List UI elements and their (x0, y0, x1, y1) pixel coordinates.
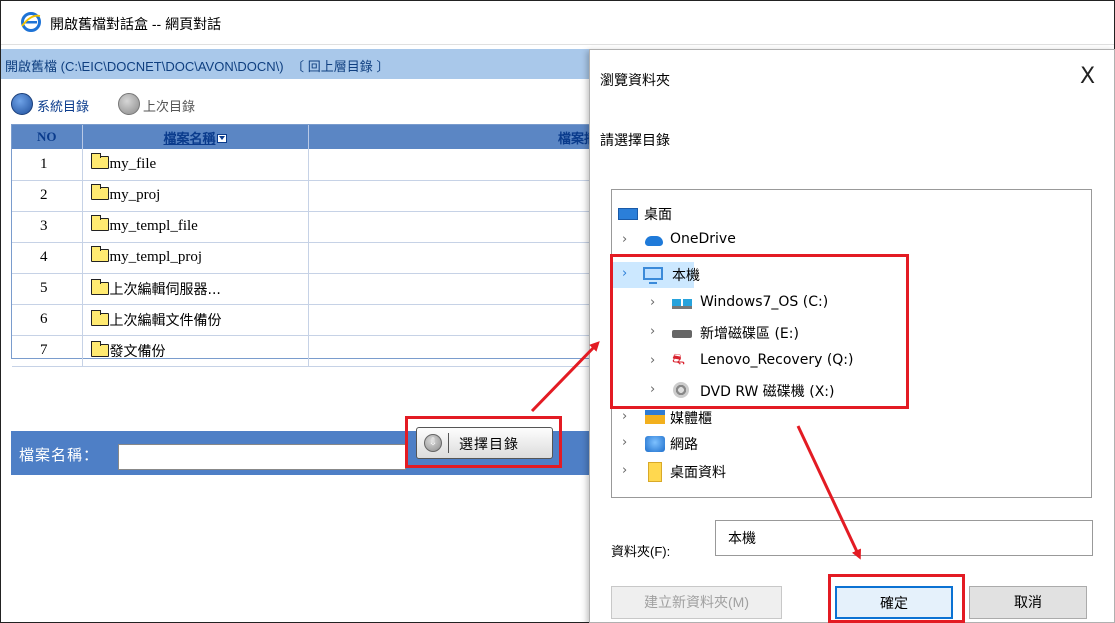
column-header-no: NO (12, 125, 83, 149)
file-name[interactable]: my_templ_file (110, 218, 198, 234)
file-name[interactable]: 發文備份 (110, 344, 166, 360)
close-icon[interactable]: X (1080, 64, 1095, 89)
row-number: 6 (12, 304, 83, 336)
cloud-icon (645, 236, 663, 246)
folder-icon (648, 462, 662, 482)
folder-label: 資料夾(F): (611, 544, 671, 559)
row-number: 4 (12, 242, 83, 274)
table-row[interactable]: 1 my_file (12, 149, 602, 181)
cancel-button[interactable]: 取消 (969, 586, 1087, 619)
file-name[interactable]: my_proj (110, 187, 161, 203)
download-icon: ⇩ (424, 434, 442, 452)
folder-icon (90, 309, 109, 326)
computer-icon (643, 267, 663, 284)
window-title: 開啟舊檔對話盒 -- 網頁對話 (50, 16, 222, 32)
dialog-prompt: 請選擇目錄 (600, 132, 670, 148)
last-directory-icon[interactable] (118, 93, 140, 115)
tree-item-label[interactable]: Windows7_OS (C:) (700, 294, 828, 310)
choose-directory-button[interactable]: ⇩ 選擇目錄 (416, 427, 553, 459)
tree-item-onedrive[interactable]: › OneDrive (612, 228, 1082, 254)
tree-item-label[interactable]: Lenovo_Recovery (Q:) (700, 352, 853, 368)
row-number: 2 (12, 180, 83, 212)
row-number: 7 (12, 335, 83, 367)
folder-icon (90, 215, 109, 231)
filename-input[interactable] (118, 444, 406, 470)
table-row[interactable]: 4 my_templ_proj (12, 242, 602, 274)
table-row[interactable]: 3 my_templ_file (12, 211, 602, 243)
chevron-right-icon[interactable]: › (650, 382, 660, 397)
tree-item-label[interactable]: 媒體櫃 (670, 408, 712, 428)
tree-item-label[interactable]: 本機 (672, 265, 700, 285)
path-bar: 開啟舊檔 (C:\EIC\DOCNET\DOC\AVON\DOCN\) 〔 回上… (1, 49, 601, 79)
file-name[interactable]: my_file (110, 156, 157, 172)
new-folder-button[interactable]: 建立新資料夾(M) (611, 586, 782, 619)
tree-item-label[interactable]: 桌面 (644, 204, 672, 224)
folder-icon (90, 278, 109, 295)
chevron-right-icon[interactable]: › (650, 295, 660, 310)
tree-item-drive-x[interactable]: › DVD RW 磁碟機 (X:) (612, 378, 1082, 404)
row-number: 1 (12, 149, 83, 181)
ie-icon (21, 12, 41, 32)
tree-item-network[interactable]: › 網路 (612, 431, 1082, 457)
filename-label: 檔案名稱： (19, 447, 100, 464)
table-row[interactable]: 7 發文備份 (12, 335, 602, 367)
chevron-right-icon[interactable]: › (622, 463, 632, 478)
choose-directory-label[interactable]: 選擇目錄 (459, 434, 519, 454)
file-table: NO 檔案名稱 檔案摘 1 my_file 2 my_proj 3 my_tem… (11, 124, 602, 367)
tree-item-label[interactable]: DVD RW 磁碟機 (X:) (700, 381, 834, 401)
chevron-right-icon[interactable]: › (622, 435, 632, 450)
tree-item-this-pc[interactable]: › 本機 (612, 262, 700, 288)
table-row[interactable]: 2 my_proj (12, 180, 602, 212)
last-directory-button[interactable]: 上次目錄 (143, 96, 195, 115)
folder-icon (90, 184, 109, 200)
desktop-icon (618, 208, 638, 220)
ok-button[interactable]: 確定 (835, 586, 953, 619)
tree-item-label[interactable]: 桌面資料 (670, 462, 726, 482)
table-row[interactable]: 5 上次編輯伺服器... (12, 273, 602, 305)
folder-tree[interactable]: 桌面 › OneDrive › 本機 › Windows7_OS (C:) › … (611, 189, 1092, 498)
tree-item-label[interactable]: 網路 (670, 434, 698, 454)
folder-input[interactable]: 本機 (715, 520, 1093, 556)
title-bar: 開啟舊檔對話盒 -- 網頁對話 (1, 1, 1114, 45)
folder-icon (90, 246, 109, 262)
current-path: 開啟舊檔 (C:\EIC\DOCNET\DOC\AVON\DOCN\) (5, 59, 284, 74)
dvd-drive-icon (673, 382, 689, 398)
drive-icon (672, 330, 692, 338)
chevron-right-icon[interactable]: › (650, 353, 660, 368)
browse-folder-dialog: 瀏覽資料夾 X 請選擇目錄 桌面 › OneDrive › 本機 › Windo… (589, 49, 1115, 623)
folder-icon (90, 340, 109, 357)
chevron-right-icon[interactable]: › (622, 266, 632, 281)
system-directory-button[interactable]: 系統目錄 (37, 96, 89, 115)
row-number: 5 (12, 273, 83, 305)
tree-item-desktop[interactable]: 桌面 (612, 201, 1082, 227)
tree-item-drive-e[interactable]: › 新增磁碟區 (E:) (612, 320, 1082, 346)
tree-item-label[interactable]: 新增磁碟區 (E:) (700, 323, 799, 343)
column-header-abstract: 檔案摘 (308, 125, 602, 149)
tree-item-desktop-data[interactable]: › 桌面資料 (612, 459, 1082, 485)
tree-item-drive-q[interactable]: › ⛐ Lenovo_Recovery (Q:) (612, 349, 1082, 375)
file-name[interactable]: 上次編輯文件備份 (110, 313, 222, 329)
tree-item-drive-c[interactable]: › Windows7_OS (C:) (612, 291, 1082, 317)
sort-dropdown-icon[interactable] (216, 133, 227, 143)
up-directory-link[interactable]: 〔 回上層目錄 〕 (291, 59, 389, 74)
column-header-name[interactable]: 檔案名稱 (82, 125, 309, 149)
tree-item-label[interactable]: OneDrive (670, 231, 736, 247)
tree-item-media[interactable]: › 媒體櫃 (612, 405, 1082, 431)
recovery-drive-icon: ⛐ (672, 350, 685, 368)
dialog-title: 瀏覽資料夾 (600, 72, 670, 88)
file-name[interactable]: my_templ_proj (110, 249, 203, 265)
chevron-right-icon[interactable]: › (622, 409, 632, 424)
file-name[interactable]: 上次編輯伺服器... (110, 282, 221, 298)
chevron-right-icon[interactable]: › (650, 324, 660, 339)
network-icon (645, 436, 665, 452)
column-header-name-label[interactable]: 檔案名稱 (163, 131, 215, 146)
button-separator (448, 433, 449, 453)
system-directory-icon[interactable] (11, 93, 33, 115)
row-number: 3 (12, 211, 83, 243)
windows-drive-icon (672, 299, 692, 309)
media-library-icon (645, 410, 665, 424)
table-row[interactable]: 6 上次編輯文件備份 (12, 304, 602, 336)
chevron-right-icon[interactable]: › (622, 232, 632, 247)
folder-icon (90, 152, 109, 169)
